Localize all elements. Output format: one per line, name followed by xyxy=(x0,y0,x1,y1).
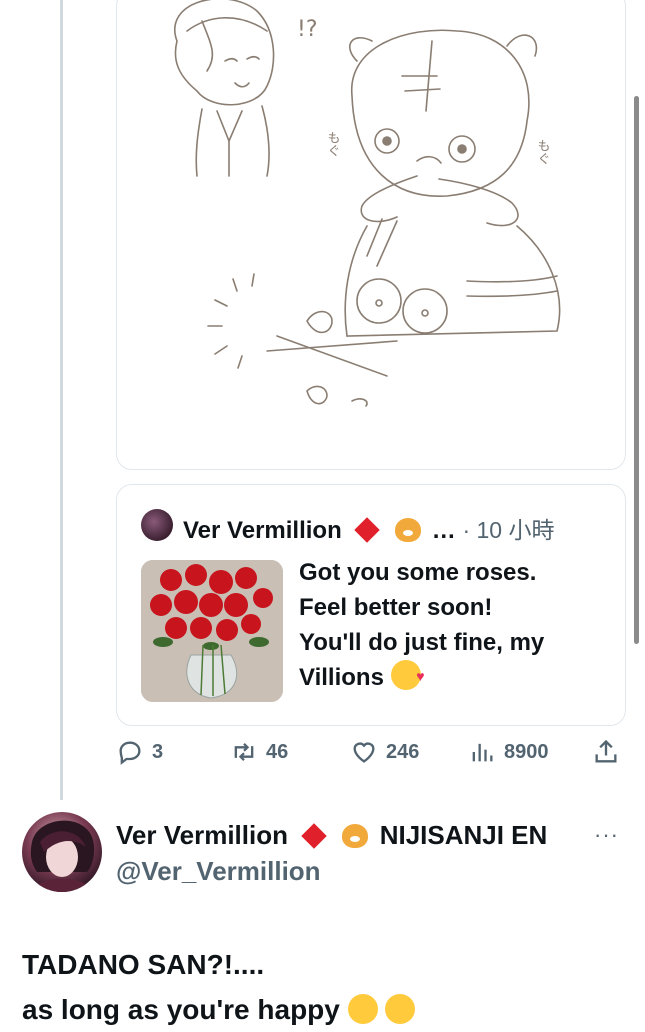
tiger-icon xyxy=(342,824,369,848)
quoted-line-2: Feel better soon! xyxy=(299,594,493,621)
repost-icon xyxy=(234,743,254,761)
tweet-text-line-1: TADANO SAN?!.... xyxy=(22,949,265,980)
avatar[interactable] xyxy=(22,812,102,892)
roses-image xyxy=(141,560,283,702)
more-options-icon[interactable]: ··· xyxy=(594,822,619,848)
repost-button[interactable]: 46 xyxy=(230,738,288,766)
avatar-image xyxy=(30,820,95,892)
sketch-illustration: !? もぐ もぐ xyxy=(174,0,561,407)
quoted-line-1: Got you some roses. xyxy=(299,559,537,586)
views-icon xyxy=(472,743,493,762)
reply-button[interactable]: 3 xyxy=(116,738,163,766)
tweet-text-line-2: as long as you're happy xyxy=(22,987,416,1032)
thread-line xyxy=(60,0,63,800)
quoted-line-4: Villions xyxy=(299,659,609,695)
reply-icon xyxy=(119,741,141,765)
quoted-line-4-text: Villions xyxy=(299,664,384,691)
share-button[interactable] xyxy=(592,738,620,766)
grinning-sweat-icon xyxy=(347,994,378,1024)
quoted-ellipsis: … xyxy=(431,517,456,544)
reply-count: 3 xyxy=(152,740,164,763)
mogu-left: もぐ xyxy=(325,131,340,157)
views-count: 8900 xyxy=(504,740,549,763)
repost-count: 46 xyxy=(266,740,289,763)
quoted-time[interactable]: · 10 小時 xyxy=(462,517,554,543)
red-diamond-icon xyxy=(301,823,327,849)
exclamation-mark: !? xyxy=(297,17,318,42)
action-bar: 3 46 246 8900 xyxy=(116,738,626,772)
quoted-avatar[interactable] xyxy=(141,509,173,541)
heart-icon xyxy=(353,742,375,763)
like-button[interactable]: 246 xyxy=(350,738,419,766)
red-diamond-icon xyxy=(354,517,381,543)
smiling-face-with-hearts-icon xyxy=(390,659,425,694)
tiger-icon xyxy=(395,518,422,542)
quoted-line-3: You'll do just fine, my xyxy=(299,629,545,656)
author-name[interactable]: Ver Vermillion xyxy=(116,820,288,850)
smiling-face-icon xyxy=(385,994,416,1024)
tweet-text-line-2-text: as long as you're happy xyxy=(22,994,340,1025)
author-name-row: Ver Vermillion NIJISANJI EN xyxy=(116,820,547,851)
scrollbar[interactable] xyxy=(634,96,639,644)
share-icon xyxy=(595,739,617,763)
quoted-author-name[interactable]: Ver Vermillion xyxy=(183,517,342,544)
quoted-header: Ver Vermillion … · 10 小時 xyxy=(183,511,554,545)
author-name-suffix[interactable]: NIJISANJI EN xyxy=(380,820,548,850)
roses-thumbnail[interactable] xyxy=(141,560,283,702)
author-handle[interactable]: @Ver_Vermillion xyxy=(116,856,321,887)
tweet-text: TADANO SAN?!.... as long as you're happy xyxy=(22,942,416,1032)
tweet-image[interactable]: !? もぐ もぐ xyxy=(116,0,626,470)
views-button[interactable]: 8900 xyxy=(468,738,549,766)
quoted-tweet[interactable]: Ver Vermillion … · 10 小時 Got you some ro… xyxy=(116,484,626,726)
mogu-right: もぐ xyxy=(535,139,550,165)
quoted-text: Got you some roses. Feel better soon! Yo… xyxy=(299,555,609,695)
like-count: 246 xyxy=(386,740,420,763)
